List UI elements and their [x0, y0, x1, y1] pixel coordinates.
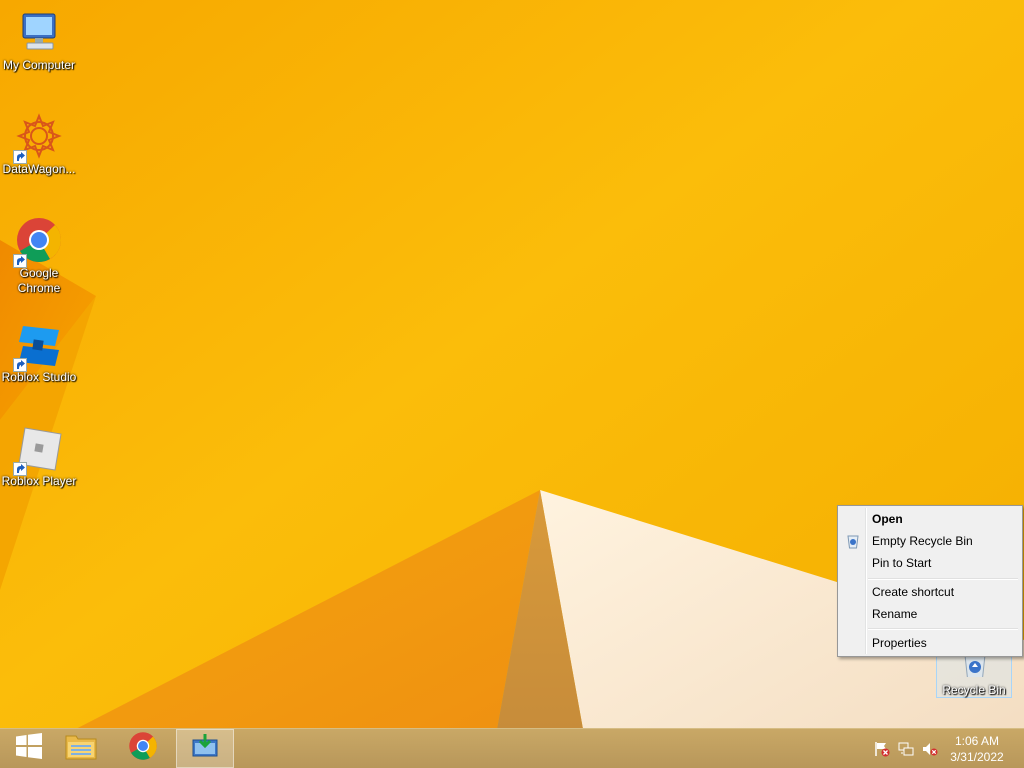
shortcut-arrow-icon	[13, 462, 27, 476]
menu-item-open[interactable]: Open	[840, 508, 1020, 530]
desktop-icon-roblox-player[interactable]: Roblox Player	[0, 424, 78, 489]
menu-item-pin-to-start[interactable]: Pin to Start	[840, 552, 1020, 574]
desktop-icon-roblox-studio[interactable]: Roblox Studio	[0, 320, 78, 385]
clock-time: 1:06 AM	[954, 734, 1000, 748]
desktop-icon-label: My Computer	[2, 58, 76, 72]
menu-item-properties[interactable]: Properties	[840, 632, 1020, 654]
roblox-player-icon	[13, 424, 63, 476]
taskbar: 1:06 AM 3/31/2022	[0, 728, 1024, 768]
datawagon-icon	[13, 112, 63, 164]
action-center-flag-icon[interactable]	[874, 741, 890, 757]
shortcut-arrow-icon	[13, 254, 27, 268]
start-button[interactable]	[0, 729, 58, 768]
windows-logo-icon	[16, 733, 42, 764]
desktop-icon-label: Recycle Bin	[942, 683, 1006, 697]
volume-muted-icon[interactable]	[922, 741, 938, 757]
shortcut-arrow-icon	[13, 150, 27, 164]
computer-icon	[15, 8, 63, 56]
menu-item-rename[interactable]: Rename	[840, 603, 1020, 625]
menu-item-label: Pin to Start	[872, 556, 932, 570]
taskbar-file-explorer[interactable]	[52, 729, 110, 768]
desktop-icon-label: DataWagon...	[2, 162, 76, 176]
shortcut-arrow-icon	[13, 358, 27, 372]
folder-icon	[65, 732, 97, 765]
taskbar-active-app[interactable]	[176, 729, 234, 768]
download-window-icon	[191, 734, 219, 763]
context-menu: Open Empty Recycle Bin Pin to Start Crea…	[837, 505, 1023, 657]
desktop-icon-google-chrome[interactable]: Google Chrome	[0, 216, 78, 296]
menu-item-label: Properties	[872, 636, 927, 650]
menu-item-label: Rename	[872, 607, 918, 621]
desktop-icon-label: Google Chrome	[17, 266, 61, 295]
menu-item-label: Create shortcut	[872, 585, 955, 599]
menu-item-label: Empty Recycle Bin	[872, 534, 973, 548]
chrome-icon	[128, 731, 158, 766]
desktop-icon-my-computer[interactable]: My Computer	[0, 8, 78, 73]
desktop-icon-label: Roblox Player	[1, 474, 77, 488]
chrome-icon	[13, 216, 63, 268]
taskbar-clock[interactable]: 1:06 AM 3/31/2022	[942, 733, 1012, 765]
menu-separator	[868, 628, 1018, 630]
clock-date: 3/31/2022	[950, 750, 1004, 764]
taskbar-chrome[interactable]	[114, 729, 172, 768]
menu-item-label: Open	[872, 512, 903, 526]
desktop-icon-recycle-bin[interactable]: Recycle Bin	[936, 650, 1012, 698]
menu-separator	[868, 578, 1018, 580]
roblox-studio-icon	[13, 320, 63, 372]
menu-item-empty-recycle-bin[interactable]: Empty Recycle Bin	[840, 530, 1020, 552]
desktop-icon-datawagon[interactable]: DataWagon...	[0, 112, 78, 177]
network-icon[interactable]	[898, 741, 914, 757]
desktop-icon-label: Roblox Studio	[1, 370, 77, 384]
menu-item-create-shortcut[interactable]: Create shortcut	[840, 581, 1020, 603]
recycle-bin-small-icon	[845, 533, 861, 549]
